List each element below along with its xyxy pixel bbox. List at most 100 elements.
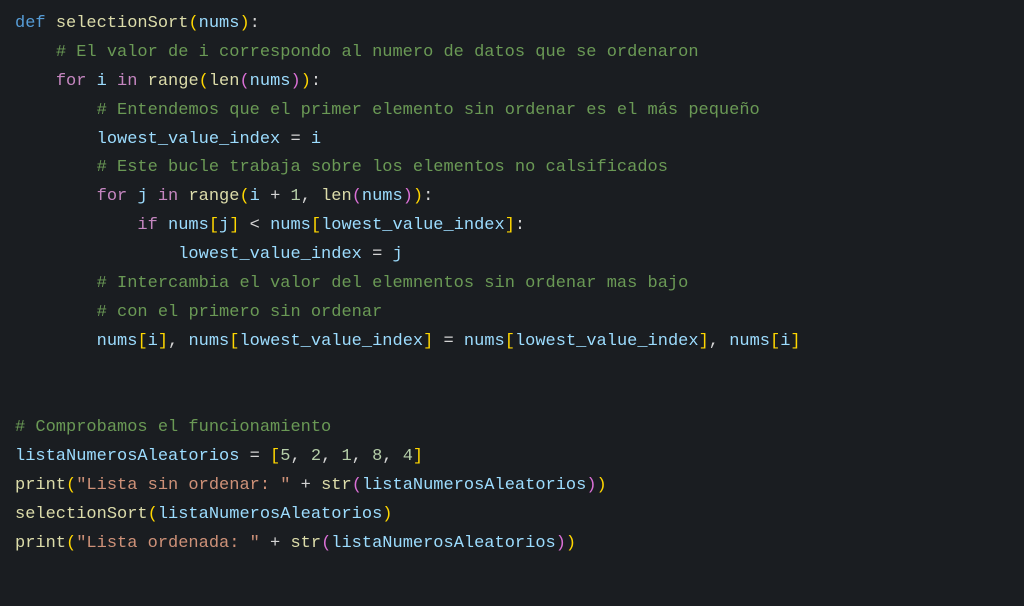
code-line-blank (15, 386, 1009, 415)
variable: nums (97, 332, 138, 351)
variable: i (780, 332, 790, 351)
operator: + (260, 187, 291, 206)
variable: j (137, 187, 147, 206)
comment: # El valor de i correspondo al numero de… (56, 43, 699, 62)
code-line: # El valor de i correspondo al numero de… (15, 39, 1009, 68)
variable: listaNumerosAleatorios (15, 447, 239, 466)
colon: : (250, 14, 260, 33)
bracket: ( (239, 72, 249, 91)
bracket: ( (239, 187, 249, 206)
colon: : (423, 187, 433, 206)
bracket: [ (505, 332, 515, 351)
comma: , (168, 332, 188, 351)
number: 2 (311, 447, 321, 466)
variable: i (97, 72, 107, 91)
variable: i (250, 187, 260, 206)
parameter: nums (199, 14, 240, 33)
code-line: selectionSort(listaNumerosAleatorios) (15, 501, 1009, 530)
builtin-str: str (290, 534, 321, 553)
variable: lowest_value_index (97, 130, 281, 149)
bracket: ) (290, 72, 300, 91)
comma: , (382, 447, 402, 466)
bracket: ] (790, 332, 800, 351)
bracket: ( (66, 476, 76, 495)
bracket: ( (321, 534, 331, 553)
function-call: selectionSort (15, 505, 148, 524)
comma: , (709, 332, 729, 351)
builtin-len: len (321, 187, 352, 206)
bracket: [ (229, 332, 239, 351)
comma: , (290, 447, 310, 466)
bracket: ] (158, 332, 168, 351)
function-name: selectionSort (56, 14, 189, 33)
code-line: listaNumerosAleatorios = [5, 2, 1, 8, 4] (15, 443, 1009, 472)
bracket: ) (239, 14, 249, 33)
variable: lowest_value_index (321, 216, 505, 235)
bracket: ) (301, 72, 311, 91)
variable: i (148, 332, 158, 351)
bracket: ( (352, 476, 362, 495)
keyword-def: def (15, 14, 46, 33)
variable: j (219, 216, 229, 235)
builtin-print: print (15, 476, 66, 495)
code-editor[interactable]: def selectionSort(nums): # El valor de i… (15, 10, 1009, 559)
variable: listaNumerosAleatorios (158, 505, 382, 524)
bracket: ( (66, 534, 76, 553)
operator: = (239, 447, 270, 466)
bracket: ( (148, 505, 158, 524)
code-line: lowest_value_index = i (15, 126, 1009, 155)
bracket: [ (311, 216, 321, 235)
code-line: for i in range(len(nums)): (15, 68, 1009, 97)
variable: nums (362, 187, 403, 206)
colon: : (515, 216, 525, 235)
operator: = (280, 130, 311, 149)
code-line: # Intercambia el valor del elemnentos si… (15, 270, 1009, 299)
variable: lowest_value_index (515, 332, 699, 351)
variable: listaNumerosAleatorios (362, 476, 586, 495)
bracket: ( (188, 14, 198, 33)
operator: + (260, 534, 291, 553)
number: 4 (403, 447, 413, 466)
builtin-range: range (188, 187, 239, 206)
bracket: [ (209, 216, 219, 235)
string: "Lista sin ordenar: " (76, 476, 290, 495)
bracket: ] (423, 332, 433, 351)
variable: lowest_value_index (239, 332, 423, 351)
variable: nums (250, 72, 291, 91)
bracket: [ (270, 447, 280, 466)
code-line-blank (15, 357, 1009, 386)
code-line: print("Lista ordenada: " + str(listaNume… (15, 530, 1009, 559)
keyword-for: for (97, 187, 128, 206)
keyword-if: if (137, 216, 157, 235)
code-line: # con el primero sin ordenar (15, 299, 1009, 328)
bracket: ) (556, 534, 566, 553)
operator: = (433, 332, 464, 351)
code-line: if nums[j] < nums[lowest_value_index]: (15, 212, 1009, 241)
number: 1 (341, 447, 351, 466)
variable: nums (168, 216, 209, 235)
variable: nums (270, 216, 311, 235)
comment: # con el primero sin ordenar (97, 303, 383, 322)
string: "Lista ordenada: " (76, 534, 260, 553)
code-line: # Este bucle trabaja sobre los elementos… (15, 154, 1009, 183)
number: 1 (290, 187, 300, 206)
comment: # Comprobamos el funcionamiento (15, 418, 331, 437)
operator: + (290, 476, 321, 495)
comment: # Este bucle trabaja sobre los elementos… (97, 158, 668, 177)
comma: , (301, 187, 321, 206)
bracket: ) (597, 476, 607, 495)
bracket: ] (229, 216, 239, 235)
code-line: for j in range(i + 1, len(nums)): (15, 183, 1009, 212)
comma: , (352, 447, 372, 466)
bracket: ) (413, 187, 423, 206)
bracket: [ (137, 332, 147, 351)
keyword-for: for (56, 72, 87, 91)
code-line: # Entendemos que el primer elemento sin … (15, 97, 1009, 126)
comment: # Entendemos que el primer elemento sin … (97, 101, 760, 120)
bracket: ] (505, 216, 515, 235)
variable: listaNumerosAleatorios (331, 534, 555, 553)
bracket: ) (586, 476, 596, 495)
variable: nums (188, 332, 229, 351)
builtin-len: len (209, 72, 240, 91)
number: 5 (280, 447, 290, 466)
